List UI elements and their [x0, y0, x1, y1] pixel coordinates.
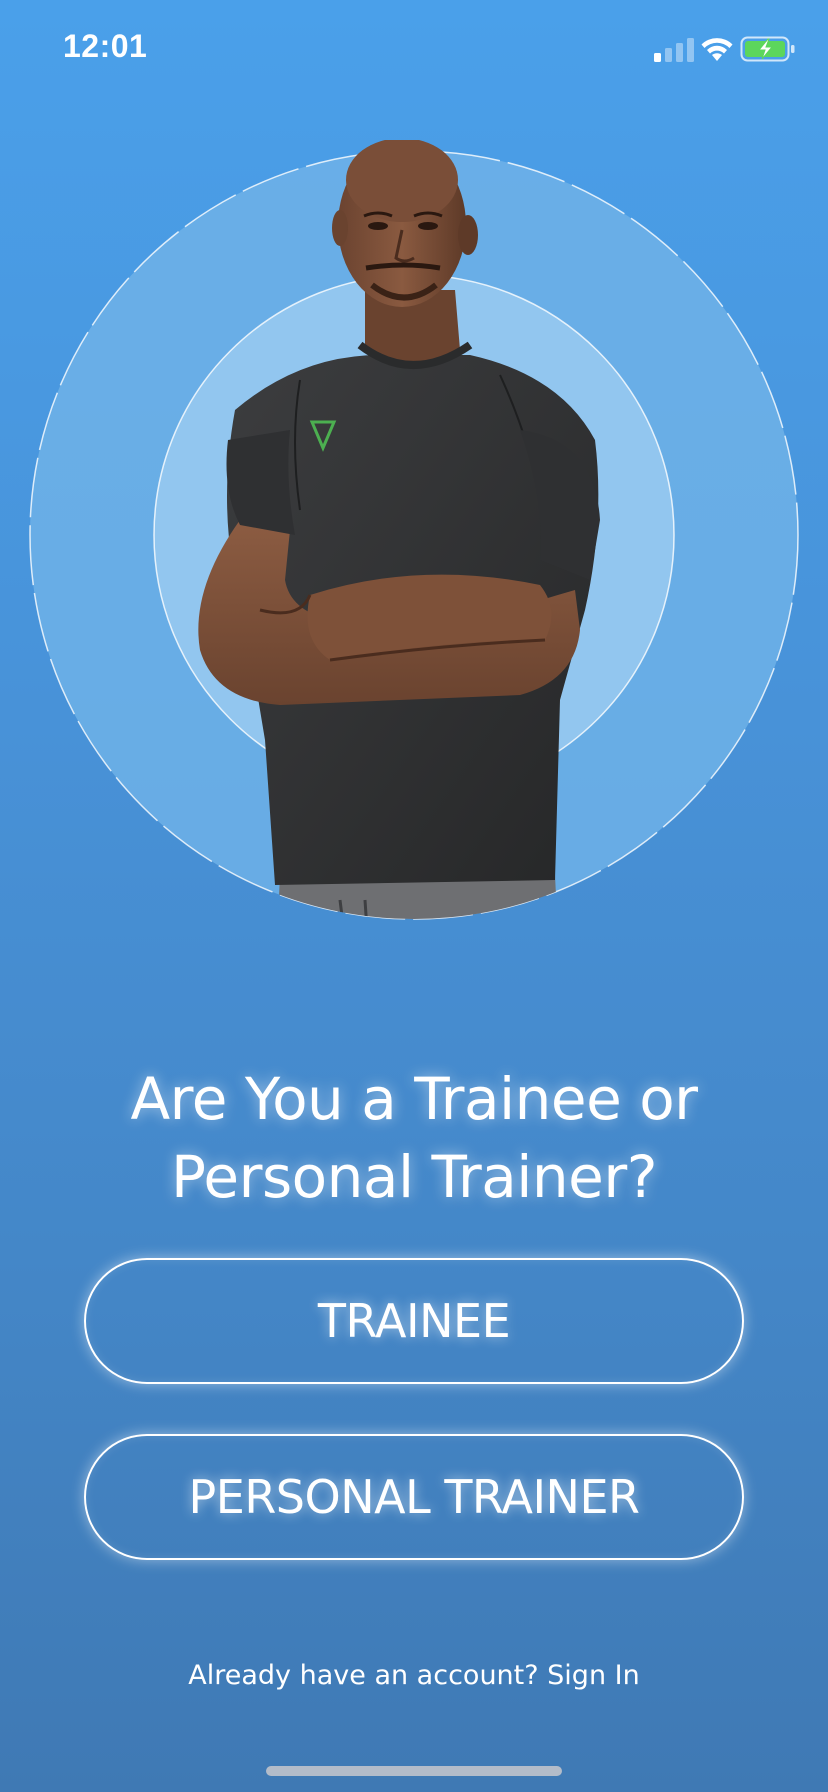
- home-indicator[interactable]: [266, 1766, 562, 1776]
- personal-trainer-button-label: PERSONAL TRAINER: [188, 1470, 640, 1524]
- status-bar: 12:01: [0, 0, 828, 100]
- page-title-line-1: Are You a Trainee or: [130, 1065, 698, 1133]
- page-title-line-2: Personal Trainer?: [171, 1143, 657, 1211]
- battery-charging-icon: [740, 36, 795, 62]
- page-title: Are You a Trainee or Personal Trainer?: [40, 1060, 788, 1216]
- trainer-portrait: [29, 140, 799, 920]
- hero-illustration: [0, 140, 828, 970]
- personal-trainer-button[interactable]: PERSONAL TRAINER: [84, 1434, 744, 1560]
- wifi-icon: [701, 38, 733, 61]
- trainee-button[interactable]: TRAINEE: [84, 1258, 744, 1384]
- status-time: 12:01: [63, 28, 148, 64]
- sign-in-link[interactable]: Already have an account? Sign In: [0, 1660, 828, 1691]
- trainee-button-label: TRAINEE: [317, 1294, 511, 1348]
- cellular-signal-icon: [654, 38, 694, 62]
- role-selection-screen: 12:01 Are You a Trainee or Personal Trai…: [0, 0, 828, 1792]
